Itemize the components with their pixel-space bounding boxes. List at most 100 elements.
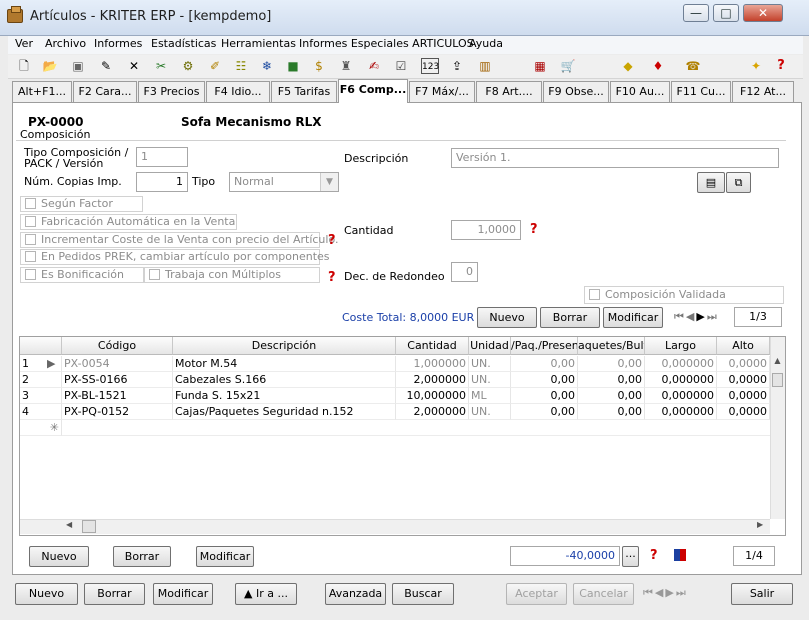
horizontal-scrollbar[interactable] [20, 519, 770, 534]
cell-paq[interactable]: 0,00 [511, 404, 578, 420]
numbers-icon[interactable]: 123 [421, 58, 439, 74]
upload-icon[interactable]: ⇪ [449, 58, 465, 74]
cell-descripcion[interactable]: Cajas/Paquetes Seguridad n.152 [173, 404, 396, 420]
lines-nuevo-button[interactable]: Nuevo [29, 546, 89, 567]
menu-informes-especiales[interactable]: Informes Especiales ARTICULOS [299, 37, 474, 50]
flag-icon[interactable] [674, 549, 686, 561]
row-number[interactable]: 3 [20, 388, 62, 404]
copias-input[interactable]: 1 [136, 172, 188, 192]
bar-chart-icon[interactable]: ▥ [477, 58, 493, 74]
incrementar-coste-checkbox[interactable]: Incrementar Coste de la Venta con precio… [20, 232, 339, 248]
validada-checkbox[interactable]: Composición Validada [584, 286, 784, 304]
cell-cantidad[interactable]: 10,000000 [396, 388, 469, 404]
open-folder-icon[interactable]: 📂 [42, 58, 58, 74]
tab-f6-composicion[interactable]: F6 Comp... [338, 79, 408, 103]
cancelar-button[interactable]: Cancelar [573, 583, 634, 605]
buscar-button[interactable]: Buscar [392, 583, 454, 605]
snowflake-icon[interactable]: ❄ [259, 58, 275, 74]
new-row[interactable] [62, 420, 770, 436]
composicion-borrar-button[interactable]: Borrar [540, 307, 600, 328]
menu-informes[interactable]: Informes [94, 37, 142, 50]
cantidad-input[interactable]: 1,0000 [451, 220, 521, 240]
structure-icon[interactable]: ▤ [697, 172, 725, 193]
cell-unidad[interactable]: ML [469, 388, 511, 404]
col-paq-presen[interactable]: /Paq./Presen [511, 337, 578, 355]
col-codigo[interactable]: Código [62, 337, 173, 355]
col-paquetes-bult[interactable]: aquetes/Bult [578, 337, 645, 355]
record-navigator[interactable]: ⏮◀▶⏭ [674, 310, 719, 324]
tab-f10[interactable]: F10 Au... [610, 81, 670, 102]
pedidos-prek-checkbox[interactable]: En Pedidos PREK, cambiar artículo por co… [20, 249, 330, 265]
cell-codigo[interactable]: PX-BL-1521 [62, 388, 173, 404]
tab-alt-f1[interactable]: Alt+F1... [12, 81, 72, 102]
brush-icon[interactable]: ✍ [366, 58, 382, 74]
tab-f9[interactable]: F9 Obse... [543, 81, 609, 102]
lines-borrar-button[interactable]: Borrar [113, 546, 171, 567]
cell-largo[interactable]: 0,000000 [645, 356, 717, 372]
row-number[interactable]: 2 [20, 372, 62, 388]
footer-record-navigator[interactable]: ⏮◀▶⏭ [643, 586, 688, 600]
menu-archivo[interactable]: Archivo [45, 37, 86, 50]
cell-paq[interactable]: 0,00 [511, 388, 578, 404]
help-icon[interactable]: ? [328, 233, 336, 248]
composicion-nuevo-button[interactable]: Nuevo [477, 307, 537, 328]
minimize-button[interactable]: — [683, 4, 709, 22]
row-number[interactable]: 1 ▶ [20, 356, 62, 372]
ellipsis-button[interactable]: ... [622, 546, 639, 567]
scroll-left-icon[interactable]: ◀ [66, 520, 72, 529]
cell-descripcion[interactable]: Funda S. 15x21 [173, 388, 396, 404]
cell-paq[interactable]: 0,00 [511, 372, 578, 388]
lines-modificar-button[interactable]: Modificar [196, 546, 254, 567]
help-icon[interactable]: ? [530, 222, 538, 237]
fabricacion-checkbox[interactable]: Fabricación Automática en la Venta [20, 214, 237, 230]
tipo-composicion-input[interactable]: 1 [136, 147, 188, 167]
cell-descripcion[interactable]: Cabezales S.166 [173, 372, 396, 388]
cell-bult[interactable]: 0,00 [578, 356, 645, 372]
aceptar-button[interactable]: Aceptar [506, 583, 567, 605]
col-unidad[interactable]: Unidad [469, 337, 511, 355]
cell-codigo[interactable]: PX-0054 [62, 356, 173, 372]
menu-ayuda[interactable]: Ayuda [469, 37, 503, 50]
footer-modificar-button[interactable]: Modificar [153, 583, 213, 605]
horizontal-scroll-thumb[interactable] [82, 520, 96, 533]
lightbulb-icon[interactable]: ✦ [748, 58, 764, 74]
copy-icon[interactable]: ⧉ [726, 172, 751, 193]
row-number[interactable]: 4 [20, 404, 62, 420]
cell-bult[interactable]: 0,00 [578, 404, 645, 420]
new-document-icon[interactable]: 🗋 [16, 58, 32, 74]
col-cantidad[interactable]: Cantidad [396, 337, 469, 355]
wizard-icon[interactable]: ⚙ [180, 58, 196, 74]
help-icon[interactable]: ? [650, 548, 658, 563]
footer-nuevo-button[interactable]: Nuevo [15, 583, 78, 605]
cell-alto[interactable]: 0,0000 [717, 372, 770, 388]
cell-codigo[interactable]: PX-PQ-0152 [62, 404, 173, 420]
cell-alto[interactable]: 0,0000 [717, 388, 770, 404]
col-alto[interactable]: Alto [717, 337, 770, 355]
menu-ver[interactable]: Ver [15, 37, 33, 50]
delete-icon[interactable]: ✕ [126, 58, 142, 74]
salir-button[interactable]: Salir [731, 583, 793, 605]
pencil-icon[interactable]: ✐ [207, 58, 223, 74]
scroll-up-icon[interactable]: ▲ [771, 356, 784, 370]
tab-f7[interactable]: F7 Máx/... [409, 81, 475, 102]
footer-borrar-button[interactable]: Borrar [84, 583, 145, 605]
cell-alto[interactable]: 0,0000 [717, 356, 770, 372]
cell-alto[interactable]: 0,0000 [717, 404, 770, 420]
cell-unidad[interactable]: UN. [469, 404, 511, 420]
cell-largo[interactable]: 0,000000 [645, 388, 717, 404]
descripcion-input[interactable]: Versión 1. [451, 148, 779, 168]
cell-descripcion[interactable]: Motor M.54 [173, 356, 396, 372]
new-row-marker[interactable]: ✳ [20, 420, 62, 436]
tab-f3[interactable]: F3 Precios [138, 81, 205, 102]
tab-f11[interactable]: F11 Cu... [671, 81, 731, 102]
maximize-button[interactable]: □ [713, 4, 739, 22]
tool-icon[interactable]: ✂ [153, 58, 169, 74]
cell-largo[interactable]: 0,000000 [645, 372, 717, 388]
cell-cantidad[interactable]: 2,000000 [396, 404, 469, 420]
package-icon[interactable]: ■ [285, 58, 301, 74]
bonificacion-checkbox[interactable]: Es Bonificación [20, 267, 144, 283]
moneybag-icon[interactable]: ♦ [650, 58, 666, 74]
cell-cantidad[interactable]: 1,000000 [396, 356, 469, 372]
cart-icon[interactable]: 🛒 [560, 58, 576, 74]
phone-icon[interactable]: ☎ [685, 58, 701, 74]
